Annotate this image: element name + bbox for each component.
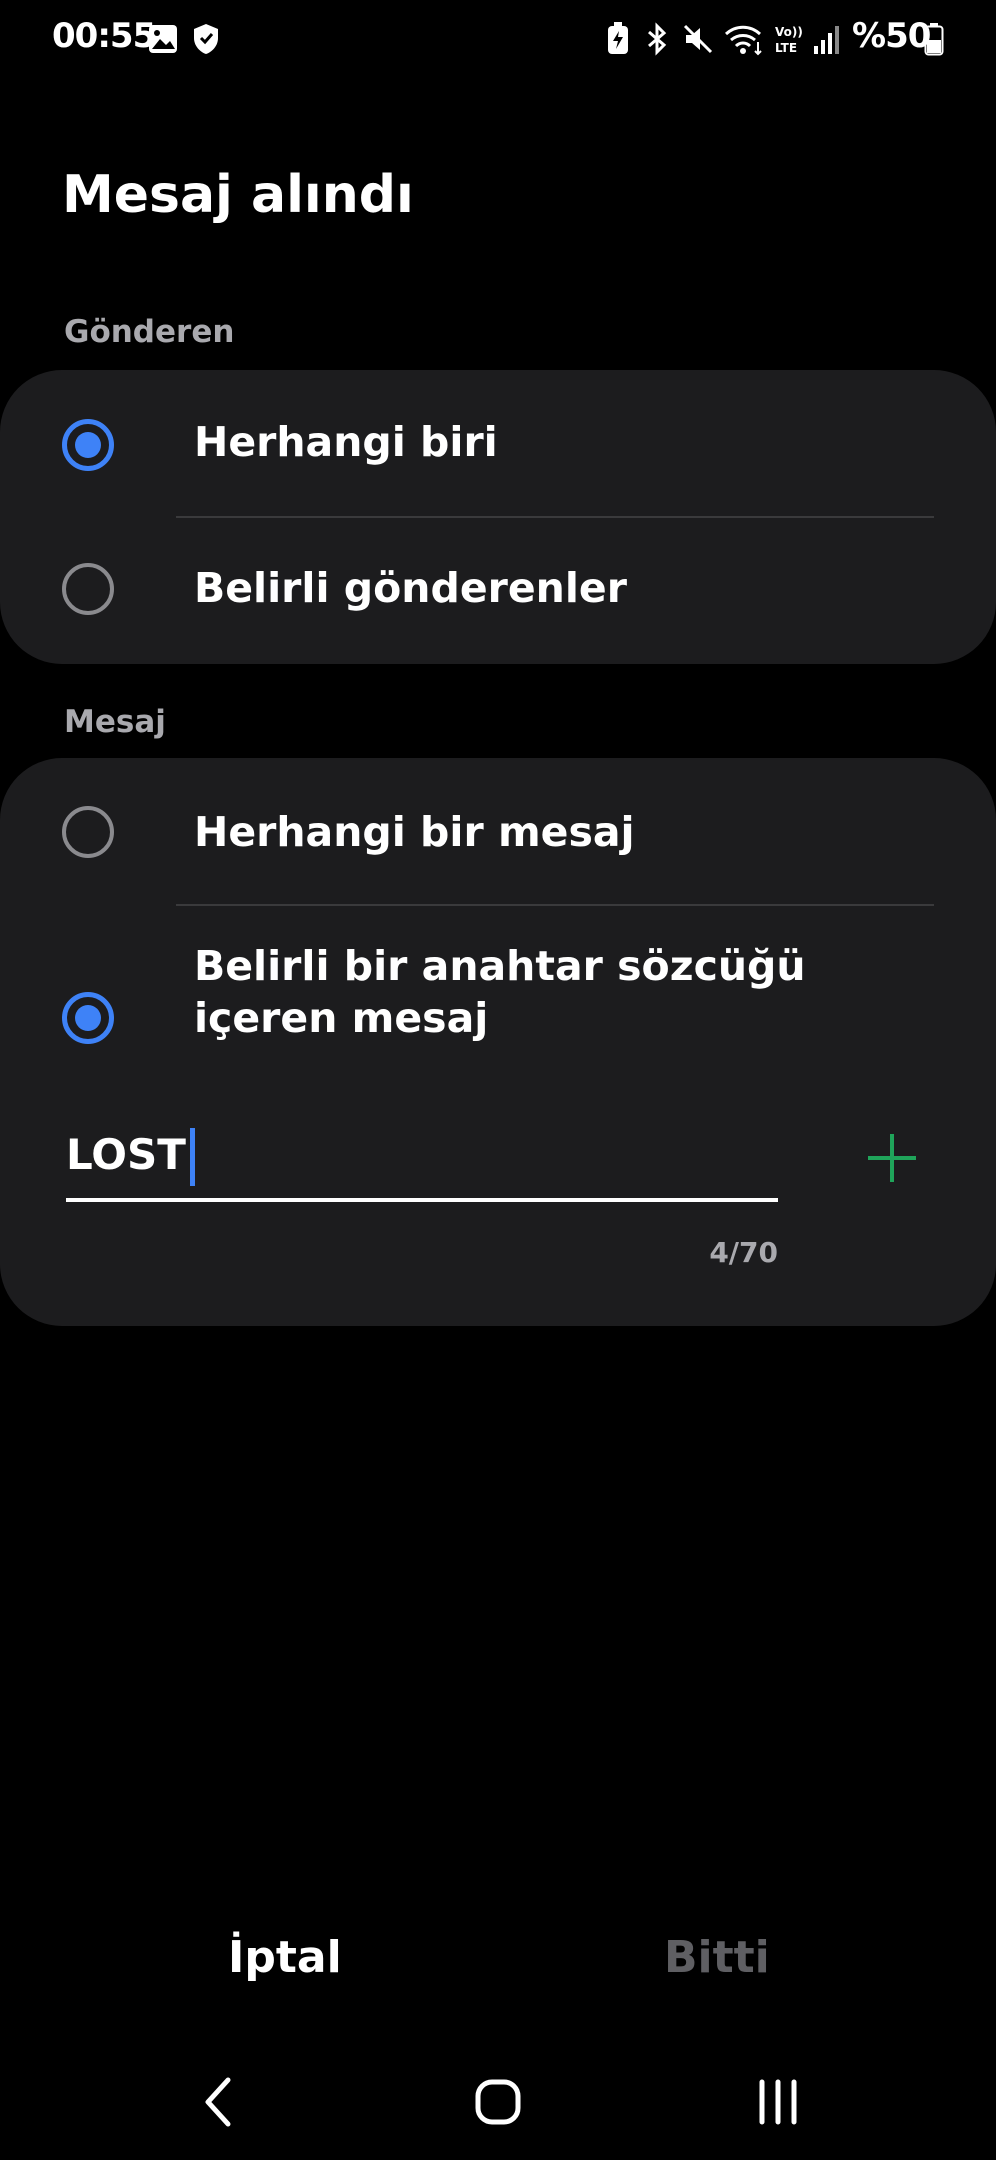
radio-button-unchecked[interactable] [62,563,114,615]
battery-icon [924,23,944,56]
add-keyword-button[interactable] [862,1128,922,1188]
volte-icon: Vo)) LTE [775,25,803,55]
radio-button-unchecked[interactable] [62,806,114,858]
wifi-icon [724,25,762,56]
sender-options-card: Herhangi biri Belirli gönderenler [0,370,996,664]
sender-option-label: Herhangi biri [194,418,498,466]
message-option-keyword[interactable]: Belirli bir anahtar sözcüğü içeren mesaj [0,906,996,1086]
svg-text:LTE: LTE [775,41,797,55]
message-option-any[interactable]: Herhangi bir mesaj [0,758,996,906]
keyword-input[interactable] [66,1122,766,1186]
radio-button-checked[interactable] [62,419,114,471]
shield-icon [194,24,218,54]
sender-section-label: Gönderen [64,314,235,350]
status-bar: 00:55 Vo)) LTE %50 [0,0,996,76]
message-option-label: Belirli bir anahtar sözcüğü içeren mesaj [194,942,806,1042]
sender-option-anyone[interactable]: Herhangi biri [0,370,996,518]
signal-icon [814,26,839,54]
cancel-button[interactable]: İptal [228,1932,342,1983]
sender-option-specific[interactable]: Belirli gönderenler [0,518,996,664]
character-counter: 4/70 [709,1236,778,1269]
message-section-label: Mesaj [64,704,166,740]
bluetooth-icon [648,22,667,56]
gallery-icon [149,25,177,53]
keyword-input-underline [66,1198,778,1202]
home-icon[interactable] [458,2072,538,2132]
sender-option-label: Belirli gönderenler [194,564,627,612]
svg-text:Vo)): Vo)) [775,25,803,39]
message-option-label: Herhangi bir mesaj [194,808,635,856]
battery-saver-icon [608,22,628,54]
back-icon[interactable] [180,2072,260,2132]
page-title: Mesaj alındı [62,165,414,225]
recents-icon[interactable] [738,2072,818,2132]
message-options-card: Herhangi bir mesaj Belirli bir anahtar s… [0,758,996,1326]
done-button[interactable]: Bitti [664,1932,770,1983]
status-time: 00:55 [52,16,156,56]
battery-percentage: %50 [852,16,931,56]
plus-icon [868,1134,916,1182]
mute-icon [683,24,713,54]
radio-button-checked[interactable] [62,992,114,1044]
text-cursor [189,1128,195,1186]
